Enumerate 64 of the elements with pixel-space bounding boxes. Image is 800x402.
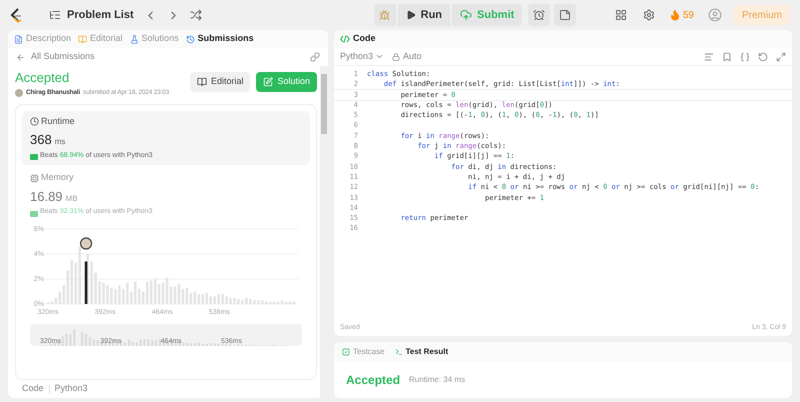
panel-tab[interactable]: Testcase — [342, 346, 385, 358]
settings-icon[interactable] — [642, 9, 655, 21]
premium-button[interactable]: Premium — [734, 5, 790, 25]
panel-tab[interactable]: Submissions — [186, 32, 254, 46]
panel-tab[interactable]: Solutions — [130, 32, 179, 46]
panel-tab[interactable]: Editorial — [78, 32, 123, 46]
submit-button[interactable]: Submit — [452, 4, 522, 26]
braces-icon[interactable] — [740, 52, 750, 62]
tab-icon — [78, 34, 88, 44]
stat-title: Memory — [41, 171, 74, 184]
alarm-clock-icon[interactable] — [533, 9, 546, 21]
chevron-down-icon — [375, 52, 384, 61]
code-label: Code — [22, 382, 44, 396]
note-icon[interactable] — [559, 9, 572, 21]
back-link[interactable]: All Submissions — [31, 50, 95, 64]
grid-icon[interactable] — [614, 9, 627, 21]
chip-icon — [30, 174, 39, 182]
tab-icon — [14, 34, 23, 44]
problem-list-link[interactable]: Problem List — [67, 6, 134, 24]
stat-title: Runtime — [41, 114, 75, 128]
gift-icon — [30, 152, 38, 160]
expand-icon[interactable] — [776, 52, 786, 62]
bookmark-icon[interactable] — [722, 52, 732, 62]
checkbox-icon — [342, 348, 350, 356]
panel-tab[interactable]: Test Result — [394, 346, 448, 358]
streak-count[interactable]: 59 — [682, 8, 694, 22]
editorial-button[interactable]: Editorial — [190, 72, 250, 92]
flame-icon[interactable] — [668, 9, 681, 21]
panel-title[interactable]: Code — [353, 32, 376, 46]
tab-icon — [186, 34, 195, 44]
author-avatar — [15, 88, 23, 97]
stat-value: 16.89 — [30, 188, 63, 206]
stat-value: 368 — [30, 131, 52, 150]
avatar-marker — [80, 237, 92, 250]
shuffle-icon[interactable] — [190, 9, 202, 21]
stat-unit: MB — [66, 192, 78, 205]
avatar-icon[interactable] — [708, 8, 722, 22]
list-icon[interactable] — [49, 9, 61, 21]
language-label: Python3 — [54, 382, 88, 396]
lock-icon — [392, 52, 400, 60]
stat-unit: ms — [54, 136, 66, 148]
mode-label[interactable]: Auto — [403, 50, 422, 64]
reset-icon[interactable] — [758, 52, 768, 62]
link-icon[interactable] — [310, 52, 320, 62]
format-icon[interactable] — [704, 52, 714, 62]
result-status: Accepted — [346, 372, 400, 389]
clock-icon — [30, 117, 39, 126]
run-button[interactable]: Run — [398, 4, 450, 26]
back-icon[interactable] — [16, 52, 25, 62]
code-icon — [340, 35, 350, 43]
solution-button[interactable]: Solution — [256, 72, 317, 92]
tab-icon — [130, 34, 139, 44]
logo-icon[interactable] — [10, 8, 23, 22]
cloud-upload-icon — [460, 9, 472, 21]
book-icon — [196, 77, 207, 87]
status-text: Accepted — [15, 70, 70, 86]
language-dropdown[interactable]: Python3 — [340, 50, 384, 64]
terminal-icon — [394, 348, 403, 356]
gift-icon — [30, 208, 38, 216]
result-runtime: Runtime: 34 ms — [409, 374, 466, 386]
play-icon — [406, 10, 416, 20]
panel-tab[interactable]: Description — [14, 32, 72, 46]
bug-icon[interactable] — [379, 10, 390, 20]
edit-icon — [263, 77, 274, 87]
